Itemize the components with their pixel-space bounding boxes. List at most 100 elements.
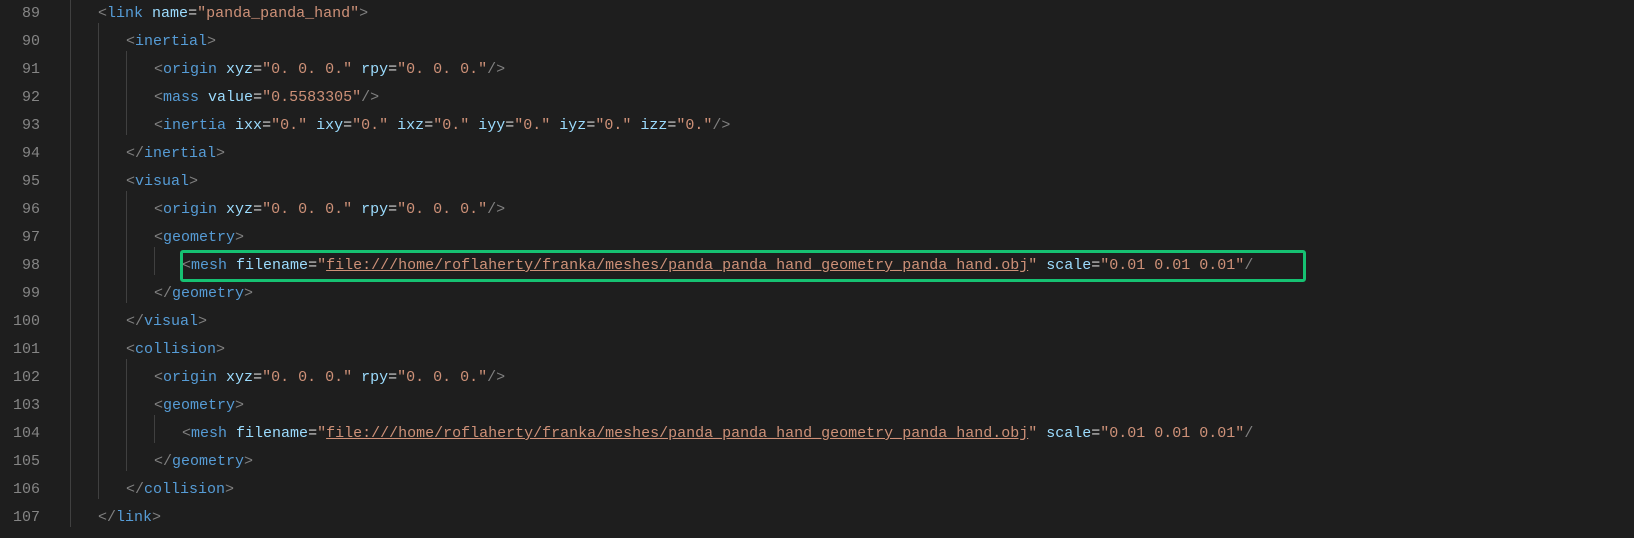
token-eq: = [253, 201, 262, 218]
token-bracket: > [216, 145, 225, 162]
line-number: 101 [10, 336, 40, 364]
token-eq: = [253, 61, 262, 78]
code-line[interactable]: </geometry> [70, 280, 1634, 308]
line-number: 98 [10, 252, 40, 280]
token-attr: ixx [235, 117, 262, 134]
line-number: 104 [10, 420, 40, 448]
token-bracket: < [126, 341, 135, 358]
token-eq: = [388, 201, 397, 218]
token-tag: geometry [172, 453, 244, 470]
code-line[interactable]: <origin xyz="0. 0. 0." rpy="0. 0. 0."/> [70, 196, 1634, 224]
code-line[interactable]: </collision> [70, 476, 1634, 504]
token-space [226, 117, 235, 134]
token-bracket: > [235, 397, 244, 414]
code-line[interactable]: </visual> [70, 308, 1634, 336]
token-attr: rpy [361, 201, 388, 218]
token-bracket: </ [154, 453, 172, 470]
line-number: 90 [10, 28, 40, 56]
code-line[interactable]: <origin xyz="0. 0. 0." rpy="0. 0. 0."/> [70, 364, 1634, 392]
token-space [352, 201, 361, 218]
code-line[interactable]: <inertial> [70, 28, 1634, 56]
token-eq: = [424, 117, 433, 134]
token-space [217, 201, 226, 218]
code-line[interactable]: <link name="panda_panda_hand"> [70, 0, 1634, 28]
token-val: "0.01 0.01 0.01" [1100, 257, 1244, 274]
token-tag: visual [135, 173, 189, 190]
token-eq: = [253, 369, 262, 386]
token-bracket: < [126, 33, 135, 50]
token-val: "0." [433, 117, 469, 134]
token-tag: collision [144, 481, 225, 498]
code-line[interactable]: <mass value="0.5583305"/> [70, 84, 1634, 112]
token-space [217, 369, 226, 386]
token-attr: filename [236, 425, 308, 442]
token-val: " [1028, 257, 1037, 274]
code-line[interactable]: <visual> [70, 168, 1634, 196]
code-editor[interactable]: 8990919293949596979899100101102103104105… [0, 0, 1634, 532]
token-attr: ixz [397, 117, 424, 134]
token-val: "0." [271, 117, 307, 134]
code-line[interactable]: <geometry> [70, 224, 1634, 252]
token-space [1037, 257, 1046, 274]
line-number-gutter: 8990919293949596979899100101102103104105… [0, 0, 60, 532]
code-area[interactable]: <link name="panda_panda_hand"><inertial>… [60, 0, 1634, 532]
token-bracket: > [359, 5, 368, 22]
token-eq: = [308, 257, 317, 274]
token-bracket: / [1244, 257, 1253, 274]
code-line[interactable]: <origin xyz="0. 0. 0." rpy="0. 0. 0."/> [70, 56, 1634, 84]
token-eq: = [1091, 425, 1100, 442]
token-val: "0." [595, 117, 631, 134]
token-tag: inertial [144, 145, 216, 162]
token-val: "0.5583305" [262, 89, 361, 106]
token-link: file:///home/roflaherty/franka/meshes/pa… [326, 425, 1028, 442]
token-bracket: </ [126, 313, 144, 330]
token-eq: = [586, 117, 595, 134]
code-line[interactable]: </link> [70, 504, 1634, 532]
code-line[interactable]: <mesh filename = "file:///home/roflaherty/… [70, 420, 1634, 448]
code-line[interactable]: <inertia ixx="0." ixy="0." ixz="0." iyy=… [70, 112, 1634, 140]
line-number: 94 [10, 140, 40, 168]
line-number: 103 [10, 392, 40, 420]
token-bracket: /> [487, 61, 505, 78]
token-bracket: < [98, 5, 107, 22]
code-line[interactable]: </geometry> [70, 448, 1634, 476]
token-eq: = [1091, 257, 1100, 274]
token-space [631, 117, 640, 134]
token-tag: link [116, 509, 152, 526]
token-attr: rpy [361, 369, 388, 386]
token-val: " [1028, 425, 1037, 442]
token-val: "0. 0. 0." [397, 61, 487, 78]
token-bracket: /> [712, 117, 730, 134]
token-tag: mesh [191, 425, 227, 442]
token-bracket: </ [98, 509, 116, 526]
token-bracket: > [225, 481, 234, 498]
token-attr: rpy [361, 61, 388, 78]
code-line[interactable]: <mesh filename="file:///home/roflaherty/… [70, 252, 1634, 280]
token-bracket: > [216, 341, 225, 358]
code-line[interactable]: </inertial> [70, 140, 1634, 168]
line-number: 107 [10, 504, 40, 532]
code-line[interactable]: <collision> [70, 336, 1634, 364]
token-attr: ixy [316, 117, 343, 134]
code-line[interactable]: <geometry> [70, 392, 1634, 420]
token-bracket: < [154, 61, 163, 78]
token-attr: iyz [559, 117, 586, 134]
line-number: 91 [10, 56, 40, 84]
token-attr: iyy [478, 117, 505, 134]
token-val: "panda_panda_hand" [197, 5, 359, 22]
token-attr: filename [236, 257, 308, 274]
token-tag: visual [144, 313, 198, 330]
token-attr: value [208, 89, 253, 106]
token-attr: xyz [226, 369, 253, 386]
token-bracket: < [182, 425, 191, 442]
token-tag: origin [163, 61, 217, 78]
token-bracket: < [154, 397, 163, 414]
line-number: 96 [10, 196, 40, 224]
token-bracket: </ [126, 481, 144, 498]
token-eq: = [253, 89, 262, 106]
token-tag: mesh [191, 257, 227, 274]
line-number: 92 [10, 84, 40, 112]
token-space [307, 117, 316, 134]
token-tag: inertia [163, 117, 226, 134]
token-eq: = [188, 5, 197, 22]
